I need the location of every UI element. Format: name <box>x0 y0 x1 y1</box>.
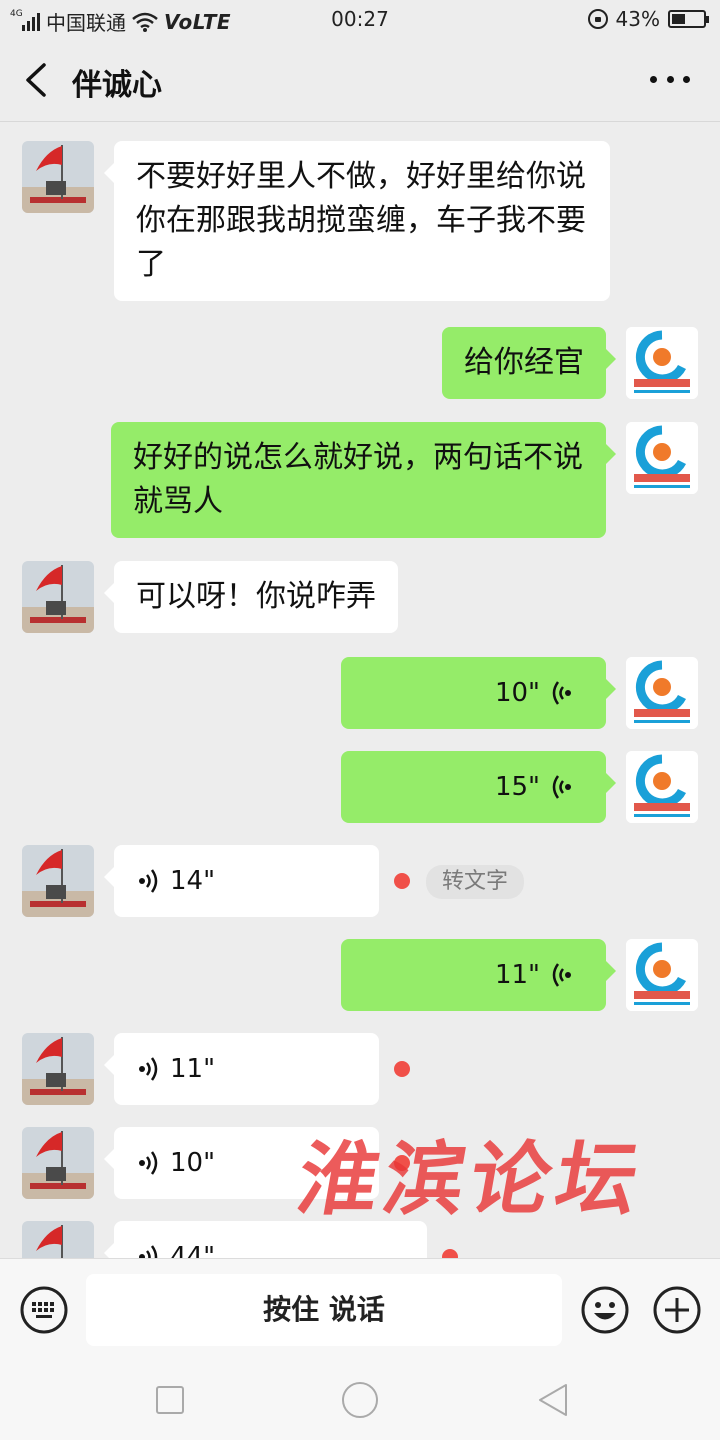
my-avatar[interactable] <box>626 751 698 823</box>
outgoing-text-bubble[interactable]: 给你经官 <box>442 327 616 399</box>
more-options-icon[interactable] <box>650 64 690 94</box>
battery-percent: 43% <box>615 7 660 31</box>
rotation-lock-icon <box>587 9 608 29</box>
my-avatar[interactable] <box>626 657 698 729</box>
flag-avatar-image <box>22 1127 94 1199</box>
add-plus-icon[interactable] <box>653 1286 701 1334</box>
outgoing-voice-bubble[interactable]: 10" <box>341 657 616 729</box>
voice-wave-icon <box>139 1057 158 1081</box>
voice-wave-icon <box>552 775 571 799</box>
my-avatar[interactable] <box>626 939 698 1011</box>
airline-logo-avatar-image <box>626 939 698 1011</box>
friend-avatar[interactable] <box>22 561 94 633</box>
voice-duration: 10" <box>494 678 540 708</box>
friend-avatar[interactable] <box>22 845 94 917</box>
airline-logo-avatar-image <box>626 327 698 399</box>
friend-avatar[interactable] <box>22 1033 94 1105</box>
emoji-icon[interactable] <box>581 1286 629 1334</box>
friend-avatar[interactable] <box>22 141 94 213</box>
voice-duration: 14" <box>170 866 216 896</box>
hold-to-talk-button[interactable]: 按住 说话 <box>86 1274 562 1346</box>
keyboard-icon[interactable] <box>20 1286 68 1334</box>
friend-avatar[interactable] <box>22 1127 94 1199</box>
unread-dot <box>394 873 410 889</box>
chat-header: 伴诚心 <box>0 40 720 122</box>
status-right: 43% <box>587 7 709 31</box>
friend-avatar[interactable] <box>22 1221 94 1258</box>
incoming-voice-bubble[interactable]: 11" <box>104 1033 379 1105</box>
chat-title: 伴诚心 <box>72 68 162 103</box>
outgoing-voice-bubble[interactable]: 11" <box>341 939 616 1011</box>
voice-duration: 11" <box>494 960 540 990</box>
my-avatar[interactable] <box>626 422 698 494</box>
outgoing-voice-bubble[interactable]: 15" <box>341 751 616 823</box>
status-bar: 4G 中国联通 VoLTE 00:27 43% <box>0 0 720 40</box>
recents-square-icon[interactable] <box>156 1386 184 1414</box>
incoming-text-bubble[interactable]: 可以呀！你说咋弄 <box>104 561 398 633</box>
incoming-text-bubble[interactable]: 不要好好里人不做，好好里给你说你在那跟我胡搅蛮缠，车子我不要了 <box>104 141 610 301</box>
voice-duration: 15" <box>494 772 540 802</box>
system-nav-bar <box>0 1360 720 1440</box>
home-circle-icon[interactable] <box>342 1382 378 1418</box>
voice-duration: 10" <box>170 1148 216 1178</box>
flag-avatar-image <box>22 141 94 213</box>
flag-avatar-image <box>22 1221 94 1258</box>
airline-logo-avatar-image <box>626 751 698 823</box>
battery-icon <box>668 10 709 28</box>
unread-dot <box>442 1249 458 1258</box>
incoming-voice-bubble[interactable]: 14" <box>104 845 379 917</box>
voice-wave-icon <box>139 869 158 893</box>
voice-duration: 44" <box>170 1242 216 1258</box>
chat-area[interactable]: 不要好好里人不做，好好里给你说你在那跟我胡搅蛮缠，车子我不要了 给你经官 好好的… <box>0 123 720 1258</box>
forum-watermark: 淮滨论坛 <box>290 1132 652 1226</box>
my-avatar[interactable] <box>626 327 698 399</box>
voice-wave-icon <box>139 1245 158 1258</box>
flag-avatar-image <box>22 561 94 633</box>
back-arrow-icon[interactable] <box>20 62 54 98</box>
airline-logo-avatar-image <box>626 657 698 729</box>
flag-avatar-image <box>22 1033 94 1105</box>
voice-wave-icon <box>139 1151 158 1175</box>
outgoing-text-bubble[interactable]: 好好的说怎么就好说，两句话不说就骂人 <box>111 422 616 538</box>
input-bar: 按住 说话 <box>0 1258 720 1360</box>
back-triangle-icon[interactable] <box>536 1382 570 1418</box>
flag-avatar-image <box>22 845 94 917</box>
voice-duration: 11" <box>170 1054 216 1084</box>
voice-wave-icon <box>552 681 571 705</box>
airline-logo-avatar-image <box>626 422 698 494</box>
voice-wave-icon <box>552 963 571 987</box>
unread-dot <box>394 1061 410 1077</box>
convert-to-text-button[interactable]: 转文字 <box>426 865 525 899</box>
